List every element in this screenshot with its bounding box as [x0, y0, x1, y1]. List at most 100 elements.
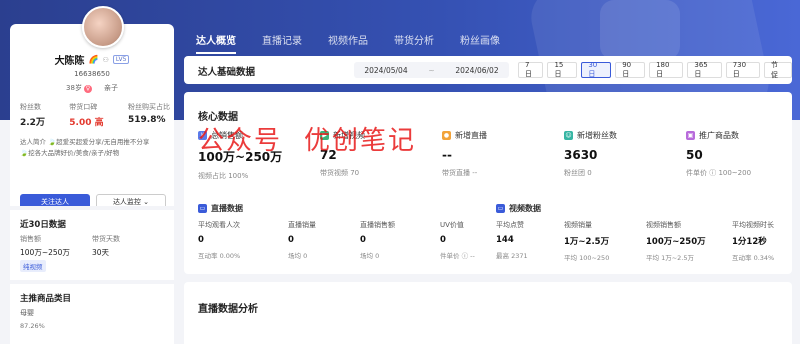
period-180d[interactable]: 180日 — [649, 61, 684, 78]
panel-title: 直播数据分析 — [198, 304, 258, 315]
tab-live-records[interactable]: 直播记录 — [262, 32, 302, 54]
section-title: 主推商品类目 — [20, 294, 72, 304]
tab-sales-analysis[interactable]: 带货分析 — [394, 32, 434, 54]
user-id: 16638650 — [74, 70, 110, 78]
panel-title: 核心数据 — [198, 112, 238, 123]
period-365d[interactable]: 365日 — [687, 61, 722, 78]
intro-label: 达人简介 — [20, 138, 46, 146]
live-cell: 直播销售额 0 场均 0 — [360, 221, 395, 260]
intro: 达人简介 🍃超爱买超爱分享/无自用推不分享 🍃挖各大品牌好价/美食/亲子/好物 — [20, 137, 170, 159]
tab-fan-profile[interactable]: 粉丝画像 — [460, 32, 500, 54]
filter-title: 达人基础数据 — [198, 67, 256, 78]
sales-value: 100万~250万 — [20, 248, 70, 257]
kpi-sub: 带货直播 -- — [442, 169, 478, 177]
kpi-new-videos: ▶ 新增视频 72 带货视频 70 — [320, 130, 365, 178]
name-row: 大陈陈 🌈 ⚇ LV5 — [10, 52, 174, 67]
level-badge: LV5 — [112, 55, 130, 64]
kpi-label: 新增粉丝数 — [577, 131, 617, 140]
video-cell: 视频销售额 100万~250万 平均 1万~2.5万 — [646, 221, 706, 262]
stat-label: 粉丝购买占比 — [127, 103, 170, 111]
live-data-icon: ▭ — [198, 204, 207, 213]
kpi-label: 新增直播 — [455, 131, 487, 140]
kpi-sub: 视频占比 100% — [198, 172, 249, 180]
kpi-sub: 带货视频 70 — [320, 169, 360, 177]
video-data-heading: ▭ 视频数据 — [496, 204, 541, 213]
avatar — [82, 6, 124, 48]
kpi-label: 新增视频 — [333, 131, 365, 140]
category-name: 母婴 — [20, 309, 34, 317]
live-cell: UV价值 0 件单价 ⓘ -- — [440, 221, 475, 260]
age: 38岁 — [66, 84, 82, 92]
tab-overview[interactable]: 达人概览 — [196, 32, 236, 54]
kpi-sub: 粉丝团 0 — [564, 169, 592, 177]
stat-value: 5.00 高 — [69, 118, 104, 128]
stat-value: 2.2万 — [20, 118, 45, 128]
period-promo[interactable]: 节促 — [764, 61, 793, 79]
kpi-label: 推广商品数 — [699, 131, 739, 140]
kpi-value: 3630 — [564, 148, 598, 162]
kpi-promo-goods: ▣ 推广商品数 50 件单价 ⓘ 100~200 — [686, 130, 751, 178]
kpi-new-live: ● 新增直播 -- 带货直播 -- — [442, 130, 487, 178]
date-separator: ~ — [428, 65, 435, 75]
tab-videos[interactable]: 视频作品 — [328, 32, 368, 54]
sales-icon: ¥ — [198, 131, 207, 140]
banner-decoration — [600, 0, 680, 60]
tab-bar: 达人概览 直播记录 视频作品 带货分析 粉丝画像 — [196, 32, 500, 54]
days-value: 30天 — [92, 248, 110, 257]
verified-icon: ⚇ — [102, 55, 109, 64]
category-section: 主推商品类目 母婴 87.26% — [10, 280, 174, 344]
intro-line: 🍃挖各大品牌好价/美食/亲子/好物 — [20, 149, 120, 157]
stat-label: 带货口碑 — [69, 103, 98, 111]
last30-section: 近30日数据 销售额 带货天数 100万~250万 30天 纯视频 — [10, 206, 174, 286]
core-data-panel: 核心数据 ¥ 总销售额 100万~250万 视频占比 100% ▶ 新增视频 72 … — [184, 92, 792, 274]
period-selector: 7日 15日 30日 90日 180日 365日 730日 节促 — [518, 61, 793, 79]
video-only-tag: 纯视频 — [20, 260, 46, 272]
live-cell: 平均观看人次 0 互动率 0.00% — [198, 221, 241, 260]
period-7d[interactable]: 7日 — [518, 61, 544, 78]
age-info: 38岁 ♀ — [66, 83, 92, 93]
video-cell: 平均点赞 144 最高 2371 — [496, 221, 528, 260]
category-pct: 87.26% — [20, 322, 45, 330]
live-icon: ● — [442, 131, 451, 140]
stat-reputation: 带货口碑 5.00 高 — [69, 102, 103, 128]
period-30d[interactable]: 30日 — [581, 61, 612, 78]
profile-stats: 粉丝数 2.2万 带货口碑 5.00 高 粉丝购买占比 519.8% — [20, 102, 170, 128]
kpi-value: 72 — [320, 148, 337, 162]
kpi-label: 总销售额 — [211, 131, 243, 140]
date-start: 2024/05/04 — [364, 65, 408, 75]
video-cell: 平均视频时长 1分12秒 互动率 0.34% — [732, 221, 775, 262]
goods-icon: ▣ — [686, 131, 695, 140]
kpi-new-fans: ☺ 新增粉丝数 3630 粉丝团 0 — [564, 130, 617, 178]
video-icon: ▶ — [320, 131, 329, 140]
date-end: 2024/06/02 — [455, 65, 499, 75]
female-icon: ♀ — [83, 85, 92, 93]
chevron-down-icon: ⌄ — [143, 198, 150, 206]
kpi-value: 100万~250万 — [198, 150, 283, 164]
stat-fans: 粉丝数 2.2万 — [20, 102, 45, 128]
period-730d[interactable]: 730日 — [725, 61, 761, 78]
period-90d[interactable]: 90日 — [615, 61, 646, 78]
days-label: 带货天数 — [92, 235, 120, 243]
video-cell: 视频销量 1万~2.5万 平均 100~250 — [564, 221, 610, 262]
stat-value: 519.8% — [127, 115, 166, 125]
date-range-picker[interactable]: 2024/05/04 ~ 2024/06/02 — [354, 62, 509, 78]
live-analysis-panel: 直播数据分析 — [184, 282, 792, 344]
section-title: 近30日数据 — [20, 220, 66, 230]
influencer-name: 大陈陈 — [54, 56, 85, 67]
stat-label: 粉丝数 — [20, 103, 41, 111]
filter-bar: 达人基础数据 2024/05/04 ~ 2024/06/02 7日 15日 30… — [184, 56, 793, 84]
kpi-value: -- — [442, 148, 452, 162]
fans-icon: ☺ — [564, 131, 573, 140]
live-data-heading: ▭ 直播数据 — [198, 204, 243, 213]
video-data-icon: ▭ — [496, 204, 505, 213]
kpi-value: 50 — [686, 148, 703, 162]
meta-row: 38岁 ♀ 亲子 — [10, 83, 174, 93]
sales-label: 销售额 — [20, 235, 41, 243]
rainbow-icon: 🌈 — [88, 55, 99, 64]
category-tag: 亲子 — [103, 84, 118, 92]
intro-line: 达人简介 🍃超爱买超爱分享/无自用推不分享 — [20, 138, 150, 146]
period-15d[interactable]: 15日 — [547, 61, 578, 78]
kpi-sub: 件单价 ⓘ 100~200 — [686, 169, 752, 177]
live-cell: 直播销量 0 场均 0 — [288, 221, 316, 260]
kpi-total-sales: ¥ 总销售额 100万~250万 视频占比 100% — [198, 130, 282, 181]
